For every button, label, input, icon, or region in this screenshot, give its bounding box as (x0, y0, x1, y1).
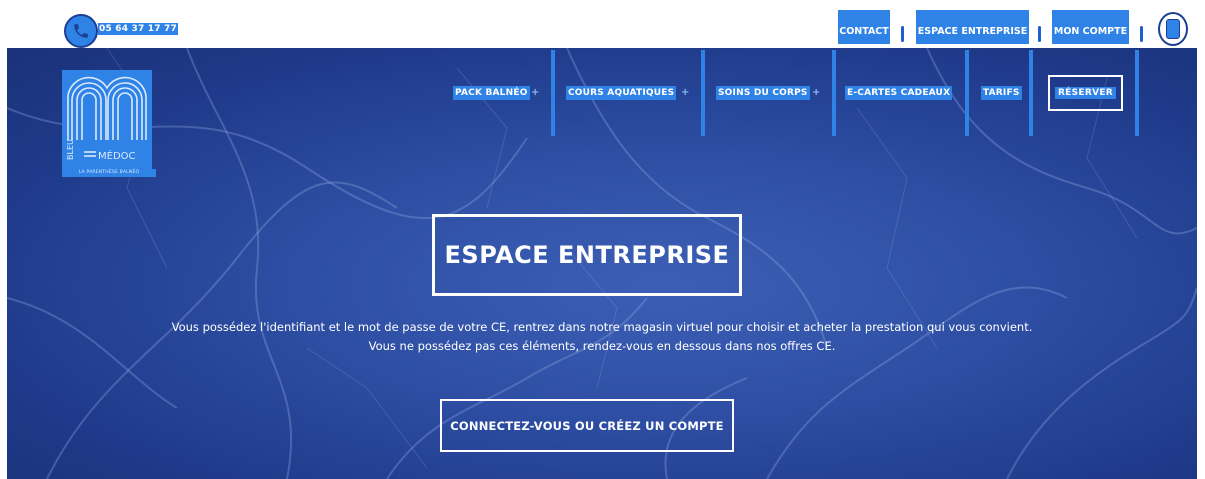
mon-compte-link[interactable]: MON COMPTE (1052, 10, 1129, 44)
phone-icon[interactable] (64, 14, 98, 48)
nav-separator (965, 50, 969, 136)
nav-tarifs[interactable]: TARIFS (981, 86, 1022, 100)
logo-medoc-text: MÉDOC (98, 149, 136, 162)
page-title-box: ESPACE ENTREPRISE (432, 214, 742, 296)
nav-expand-plus-icon[interactable]: + (531, 86, 539, 100)
nav-separator (1029, 50, 1033, 136)
nav-soins-du-corps[interactable]: SOINS DU CORPS (716, 86, 810, 100)
reserve-button[interactable]: RÉSERVER (1048, 75, 1123, 111)
hero-description-line-1: Vous possédez l'identifiant et le mot de… (171, 320, 1033, 334)
page-title: ESPACE ENTREPRISE (444, 241, 730, 269)
nav-separator (832, 50, 836, 136)
hero-section: BLEU MÉDOC LA PARENTHÈSE BALNÉO PACK BAL… (7, 48, 1197, 479)
nav-separator (701, 50, 705, 136)
reserve-button-label: RÉSERVER (1054, 87, 1117, 99)
nav-pack-balneo[interactable]: PACK BALNÉO (453, 86, 530, 100)
nav-e-cartes-cadeaux[interactable]: E-CARTES CADEAUX (845, 86, 953, 100)
nav-separator (551, 50, 555, 136)
login-or-create-account-button[interactable]: CONNECTEZ-VOUS OU CRÉEZ UN COMPTE (440, 399, 734, 452)
contact-link[interactable]: CONTACT (838, 10, 890, 44)
top-bar: 05 64 37 17 77 CONTACT ESPACE ENTREPRISE… (0, 0, 1205, 48)
bleu-medoc-logo-mark: BLEU MÉDOC (66, 76, 147, 162)
nav-cours-aquatiques[interactable]: COURS AQUATIQUES (566, 86, 677, 100)
hero-description-line-2: Vous ne possédez pas ces éléments, rende… (368, 339, 836, 353)
logo-bleu-text: BLEU (66, 139, 75, 160)
user-account-icon[interactable] (1158, 12, 1188, 46)
phone-number-link[interactable]: 05 64 37 17 77 (98, 23, 178, 35)
top-separator (901, 26, 904, 42)
espace-entreprise-link[interactable]: ESPACE ENTREPRISE (916, 10, 1029, 44)
site-logo[interactable]: BLEU MÉDOC LA PARENTHÈSE BALNÉO (62, 70, 156, 177)
top-separator (1038, 26, 1041, 42)
nav-separator (1135, 50, 1139, 136)
logo-tagline: LA PARENTHÈSE BALNÉO (62, 169, 156, 177)
nav-expand-plus-icon[interactable]: + (681, 86, 689, 100)
nav-expand-plus-icon[interactable]: + (812, 86, 820, 100)
top-separator (1140, 26, 1143, 42)
